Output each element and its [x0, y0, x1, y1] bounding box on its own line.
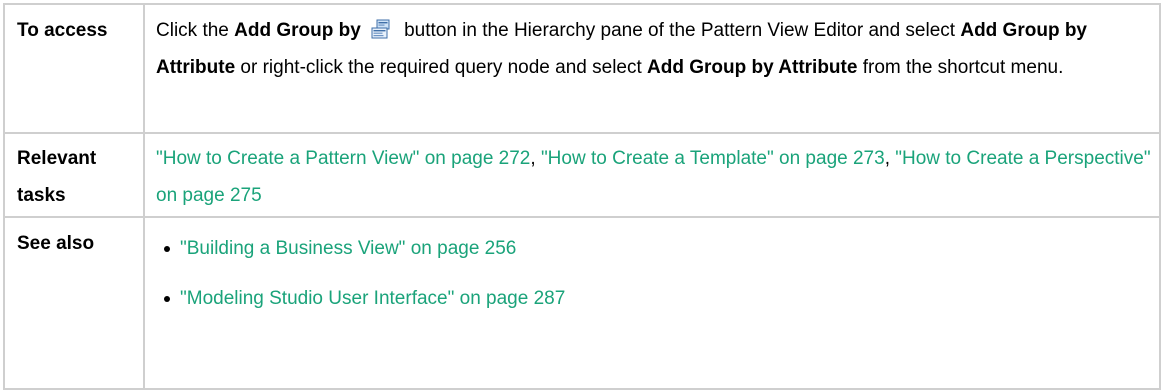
bullet-icon — [164, 296, 170, 302]
link-create-template[interactable]: "How to Create a Template" on page 273 — [541, 148, 885, 169]
add-group-by-attribute-term-2: Add Group by Attribute — [647, 57, 858, 78]
link-building-business-view[interactable]: "Building a Business View" on page 256 — [180, 238, 516, 259]
access-text-3: or right-click the required query node a… — [235, 57, 648, 78]
row-content-relevant-tasks: "How to Create a Pattern View" on page 2… — [143, 132, 1161, 218]
row-content-to-access: Click the Add Group by button in the Hie… — [143, 3, 1161, 134]
add-group-by-term: Add Group by — [234, 20, 361, 41]
link-separator: , — [530, 148, 541, 169]
table-row-see-also: See also "Building a Business View" on p… — [3, 216, 1161, 390]
row-label-see-also: See also — [3, 216, 145, 390]
table-row-relevant-tasks: Relevant tasks "How to Create a Pattern … — [3, 132, 1161, 218]
list-item: "Building a Business View" on page 256 — [156, 224, 1151, 274]
row-label-to-access: To access — [3, 3, 145, 134]
table-row-to-access: To access Click the Add Group by button … — [3, 3, 1161, 134]
row-label-relevant-tasks: Relevant tasks — [3, 132, 145, 218]
info-table: To access Click the Add Group by button … — [3, 3, 1161, 390]
list-item: "Modeling Studio User Interface" on page… — [156, 274, 1151, 324]
access-text-1: Click the — [156, 20, 235, 41]
access-text-4: from the shortcut menu. — [857, 57, 1064, 78]
bullet-icon — [164, 246, 170, 252]
row-content-see-also: "Building a Business View" on page 256 "… — [143, 216, 1161, 390]
link-separator: , — [884, 148, 896, 169]
link-modeling-studio-ui[interactable]: "Modeling Studio User Interface" on page… — [180, 288, 565, 309]
see-also-list: "Building a Business View" on page 256 "… — [156, 224, 1151, 324]
add-group-by-icon — [371, 15, 391, 39]
link-create-pattern-view[interactable]: "How to Create a Pattern View" on page 2… — [156, 148, 530, 169]
access-text-2: button in the Hierarchy pane of the Patt… — [398, 20, 961, 41]
